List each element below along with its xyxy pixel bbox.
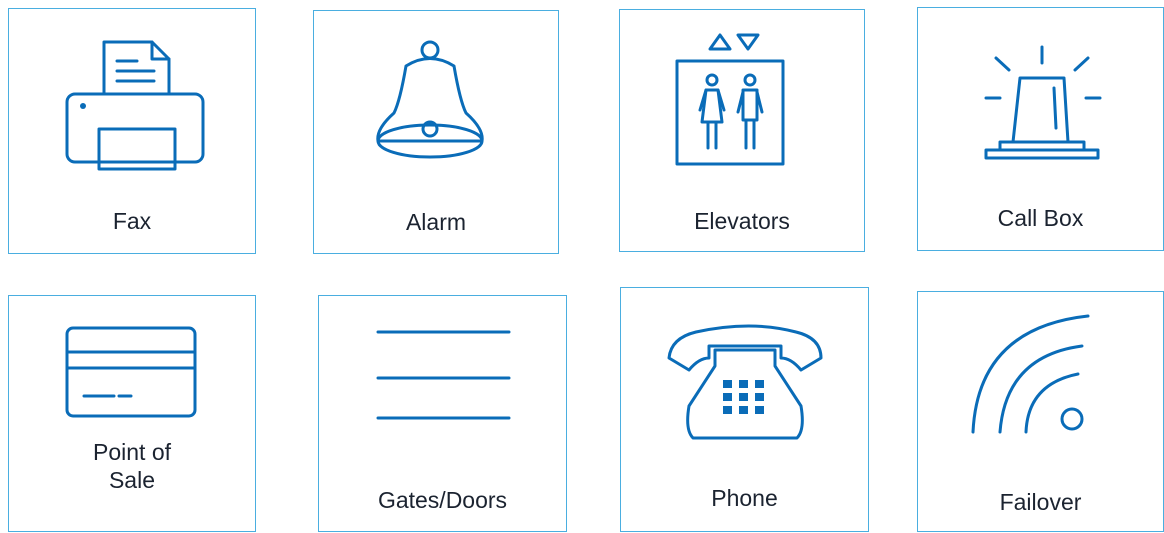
tile-phone[interactable]: Phone <box>620 287 869 532</box>
tile-label: Elevators <box>694 208 790 234</box>
tile-label: Alarm <box>405 209 467 235</box>
tile-failover[interactable]: Failover <box>917 291 1164 532</box>
tile-label: Call Box <box>997 205 1084 231</box>
tile-alarm[interactable]: Alarm <box>313 10 559 254</box>
tile-label: Point of Sale <box>93 439 171 493</box>
tile-elevators[interactable]: Elevators <box>619 9 865 252</box>
tile-call-box[interactable]: Call Box <box>917 7 1164 251</box>
tile-label: Gates/Doors <box>377 487 508 513</box>
tile-label: Fax <box>112 208 152 234</box>
tile-point-of-sale[interactable]: Point of Sale <box>8 295 256 532</box>
credit-card-icon <box>65 326 197 418</box>
tile-fax[interactable]: Fax <box>8 8 256 254</box>
tile-label: Failover <box>999 489 1082 515</box>
tile-gates-doors[interactable]: Gates/Doors <box>318 295 567 532</box>
tile-label: Phone <box>711 485 778 511</box>
